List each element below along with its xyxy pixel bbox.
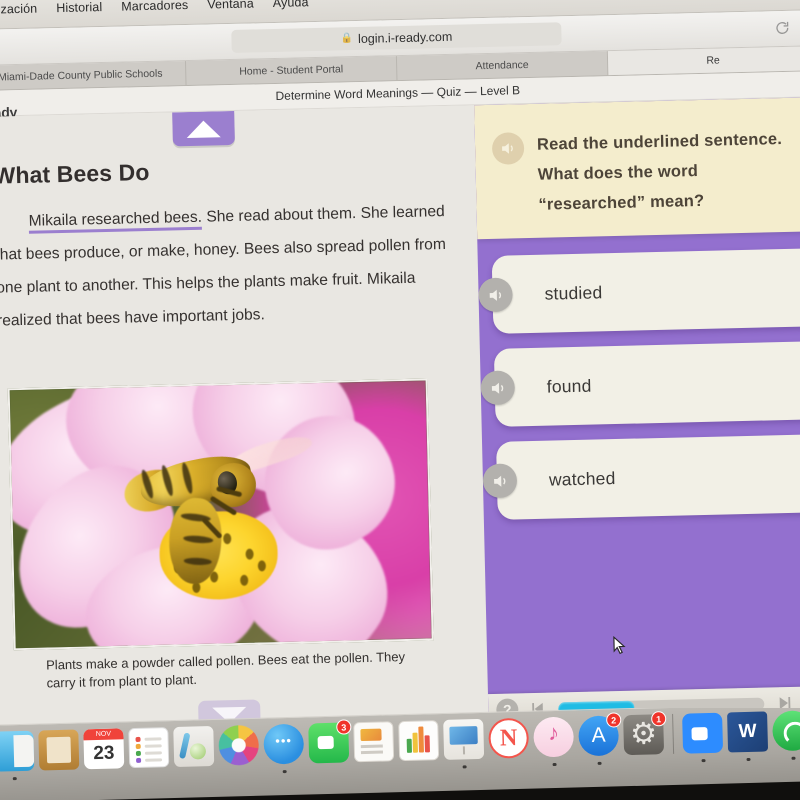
question-header: Read the underlined sentence. What does … — [474, 97, 800, 240]
passage-body: Mikaila researched bees. She read about … — [0, 195, 449, 338]
notification-badge: 2 — [606, 712, 622, 728]
menu-bar-items: alización Historial Marcadores Ventana A… — [0, 0, 309, 17]
tab-label: Attendance — [475, 58, 529, 73]
note-line-bar — [144, 751, 162, 755]
speaker-icon[interactable] — [478, 277, 513, 313]
menu-item-marcadores[interactable]: Marcadores — [121, 0, 188, 14]
answer-option-studied[interactable]: studied — [478, 248, 800, 334]
tab-label: Miami-Dade County Public Schools — [0, 67, 163, 84]
chart-bar — [424, 735, 430, 753]
quiz-pane: Read the underlined sentence. What does … — [474, 97, 800, 727]
chart-bar — [412, 732, 418, 753]
dock-running-indicator — [552, 762, 557, 767]
iready-app: Ready What Bees Do Mikaila researched be… — [0, 97, 800, 738]
dock-running-indicator — [462, 764, 467, 769]
url-text: login.i-ready.com — [357, 29, 453, 46]
tab-label: Home - Student Portal — [239, 63, 344, 78]
note-line-bar — [144, 744, 162, 748]
dock-item-photos[interactable] — [218, 724, 260, 766]
answer-option-label: studied — [544, 281, 603, 304]
dock-item-facetime[interactable]: 3 — [308, 719, 352, 764]
menu-item-ventana[interactable]: Ventana — [207, 0, 254, 12]
tab-attendance[interactable]: Attendance — [396, 51, 609, 81]
monitor-photo-area: alización Historial Marcadores Ventana A… — [0, 0, 800, 738]
dock-item-whatsapp[interactable] — [772, 710, 800, 760]
question-text: Read the underlined sentence. What does … — [536, 130, 783, 214]
tab-ready[interactable]: Re — [607, 46, 800, 76]
dock-running-indicator — [701, 758, 706, 763]
note-line-dot — [136, 757, 142, 763]
mouse-pointer-icon — [613, 635, 626, 655]
chart-bar — [418, 726, 424, 753]
dock-item-pages[interactable] — [353, 721, 395, 763]
dock-item-app-store[interactable]: A2 — [578, 712, 622, 765]
note-line-dot — [135, 750, 141, 756]
tab-miami-dade[interactable]: Miami-Dade County Public Schools — [0, 61, 187, 91]
menu-item-ayuda[interactable]: Ayuda — [273, 0, 309, 10]
dock-item-tools[interactable] — [173, 725, 215, 767]
passage-content: What Bees Do Mikaila researched bees. Sh… — [0, 152, 449, 338]
notification-badge: 3 — [336, 719, 352, 735]
menu-item-localizacion[interactable]: alización — [0, 2, 37, 17]
dock-item-music[interactable] — [533, 716, 575, 767]
dock-item-microsoft-word[interactable]: W — [727, 711, 769, 762]
chart-bar — [406, 738, 412, 753]
page-title: Determine Word Meanings — Quiz — Level B — [275, 83, 521, 103]
passage-figure: Plants make a powder called pollen. Bees… — [7, 378, 435, 693]
screenshot-root: alización Historial Marcadores Ventana A… — [0, 0, 800, 800]
tab-student-portal[interactable]: Home - Student Portal — [185, 56, 398, 86]
dock-item-finder[interactable] — [0, 730, 35, 781]
dock-running-indicator — [12, 776, 17, 781]
answer-option-label: found — [546, 375, 592, 397]
passage-title: What Bees Do — [0, 158, 150, 189]
answer-options-list: studied found watched — [478, 248, 800, 535]
address-bar[interactable]: 🔒 login.i-ready.com — [231, 22, 562, 53]
answer-option-label: watched — [548, 467, 616, 490]
note-line-bar — [144, 737, 162, 741]
dock-band: NOV23 3 N A2 1 W — [0, 708, 800, 800]
dock-item-calendar[interactable]: NOV 23 — [83, 728, 125, 770]
reading-pane: What Bees Do Mikaila researched bees. Sh… — [0, 105, 489, 738]
note-line-dot — [135, 736, 141, 742]
dock-item-numbers[interactable] — [398, 720, 440, 762]
dock-item-zoom[interactable] — [682, 712, 724, 763]
note-line-dot — [135, 743, 141, 749]
dock-item-contacts[interactable] — [38, 729, 80, 771]
calendar-day-label: 23 — [93, 742, 115, 765]
dock-running-indicator — [791, 756, 796, 760]
dock-item-system-preferences[interactable]: 1 — [623, 711, 667, 756]
reload-icon[interactable] — [774, 20, 790, 36]
answer-option-found[interactable]: found — [480, 341, 800, 427]
dock-item-notes[interactable] — [128, 727, 170, 769]
scroll-up-arrow-icon[interactable] — [172, 110, 235, 147]
lock-icon: 🔒 — [340, 33, 354, 45]
speaker-icon[interactable] — [491, 132, 525, 165]
dock-item-keynote[interactable] — [443, 718, 485, 769]
underlined-sentence: Mikaila researched bees. — [28, 208, 203, 234]
menu-item-historial[interactable]: Historial — [56, 0, 102, 15]
dock-running-indicator — [597, 761, 602, 765]
dock-running-indicator — [282, 769, 287, 774]
safari-window: 🔒 login.i-ready.com Miami-Dade County Pu… — [0, 10, 800, 738]
note-line-bar — [145, 758, 163, 762]
dock-item-messages[interactable] — [263, 723, 305, 774]
dock-running-indicator — [746, 757, 751, 762]
answer-option-watched[interactable]: watched — [482, 434, 800, 520]
speaker-icon[interactable] — [482, 463, 518, 499]
notification-badge: 1 — [650, 711, 667, 727]
macos-dock: NOV23 3 N A2 1 W — [0, 708, 800, 800]
dock-item-news[interactable]: N — [488, 717, 530, 759]
dock-separator — [672, 713, 675, 754]
speaker-icon[interactable] — [480, 370, 516, 406]
bee-on-pink-flower-photo — [7, 378, 434, 651]
tab-label: Re — [706, 54, 720, 67]
figure-caption: Plants make a powder called pollen. Bees… — [45, 649, 406, 691]
